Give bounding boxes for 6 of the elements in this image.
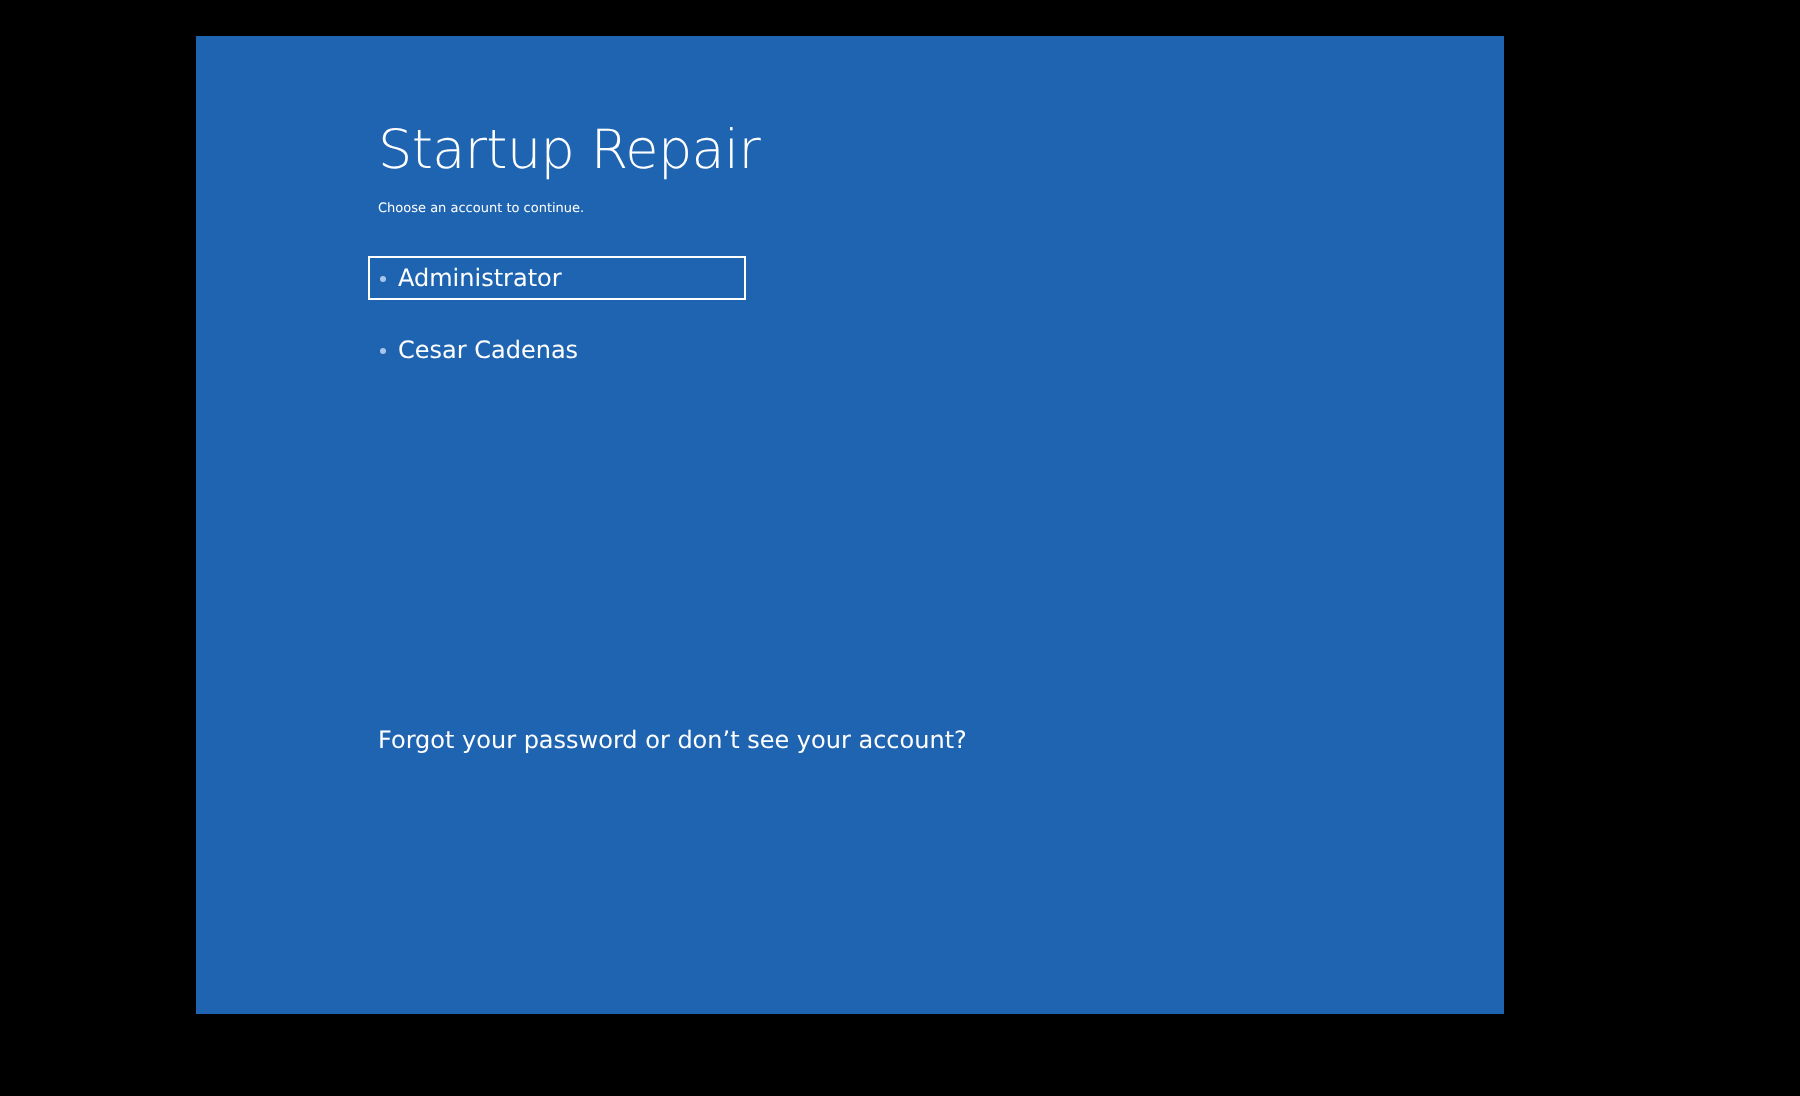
help-link[interactable]: Forgot your password or don’t see your account? bbox=[378, 726, 967, 754]
bullet-icon bbox=[380, 275, 386, 281]
account-option[interactable]: Cesar Cadenas bbox=[368, 328, 746, 372]
screen-title: Startup Repair bbox=[378, 118, 763, 186]
bullet-icon bbox=[380, 347, 386, 353]
account-option[interactable]: Administrator bbox=[368, 256, 746, 300]
